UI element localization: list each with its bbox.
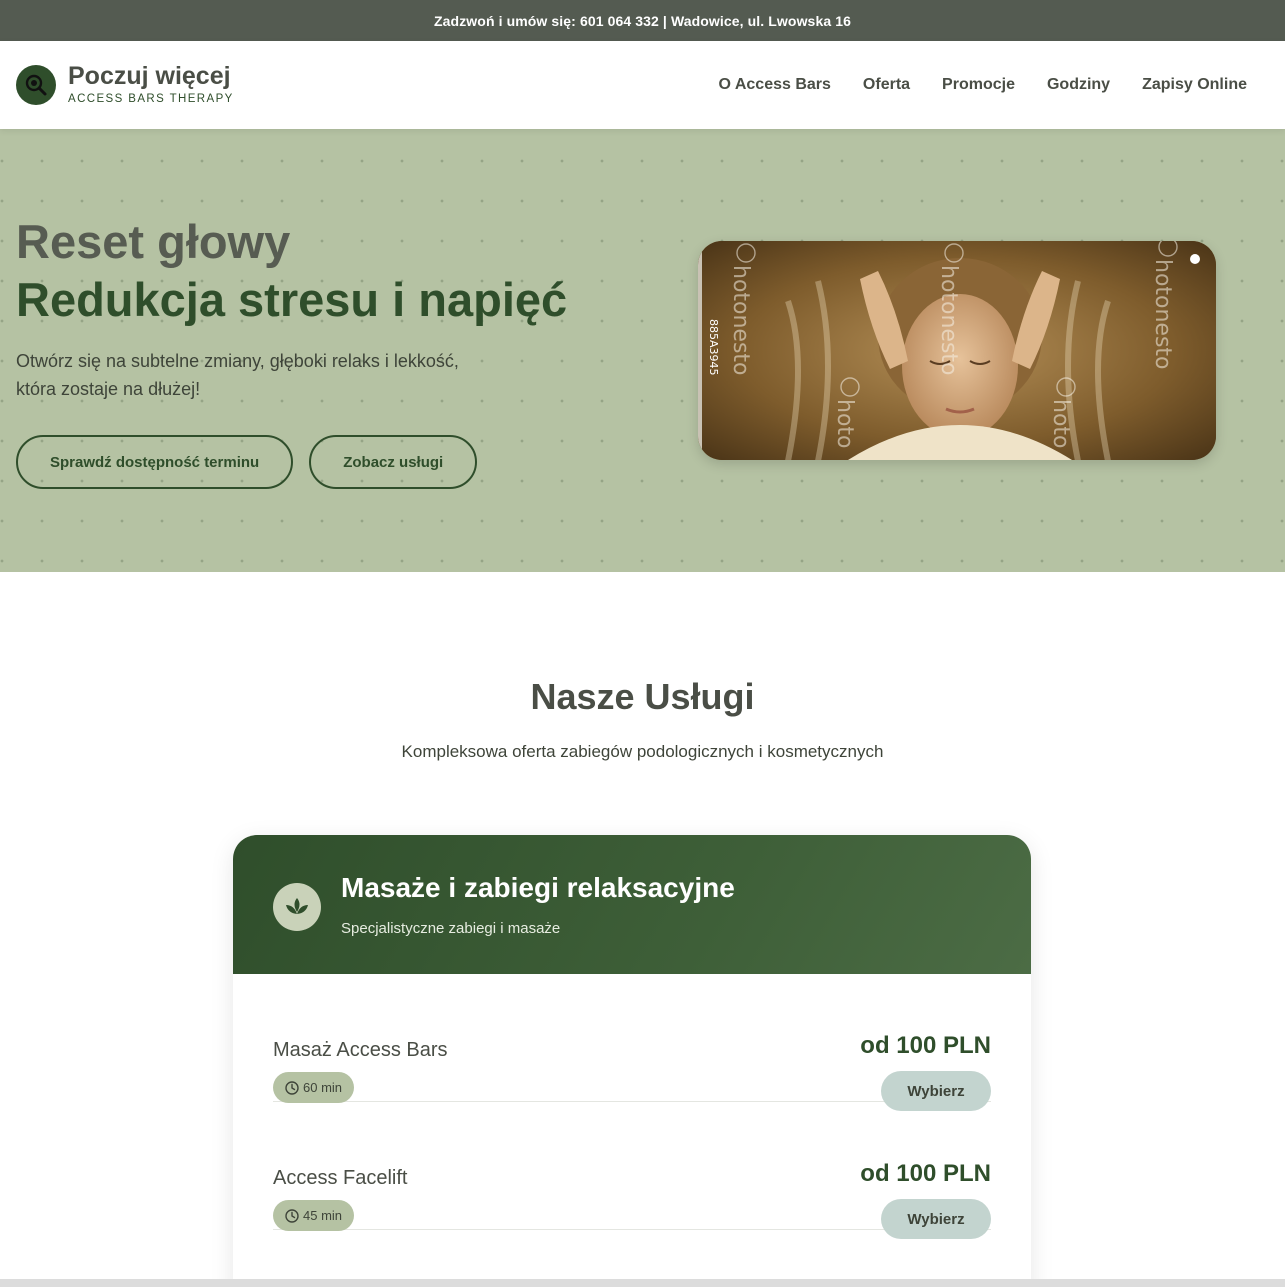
category-header: Masaże i zabiegi relaksacyjne Specjalist… xyxy=(233,835,1031,974)
category-title: Masaże i zabiegi relaksacyjne xyxy=(341,872,735,903)
hero-section: Reset głowy Redukcja stresu i napięć Otw… xyxy=(0,129,1285,572)
separator: | xyxy=(662,12,667,29)
category-subtitle: Specjalistyczne zabiegi i masaże xyxy=(341,920,561,937)
nav-about[interactable]: O Access Bars xyxy=(719,76,831,94)
top-info-bar: Zadzwoń i umów się: 601 064 332 | Wadowi… xyxy=(0,0,1285,41)
logo-icon xyxy=(16,65,56,105)
clock-icon xyxy=(285,1080,299,1095)
main-nav: O Access Bars Oferta Promocje Godziny Za… xyxy=(719,76,1269,94)
duration-badge: 45 min xyxy=(273,1200,355,1231)
services-section: Nasze Usługi Kompleksowa oferta zabiegów… xyxy=(0,572,1285,1287)
services-subtitle: Kompleksowa oferta zabiegów podologiczny… xyxy=(401,742,884,761)
clock-icon xyxy=(285,1208,299,1223)
see-services-button[interactable]: Zobacz usługi xyxy=(309,435,478,489)
nav-promotions[interactable]: Promocje xyxy=(942,76,1015,94)
service-row: Access Facelift 45 min od 100 PLN Wybier… xyxy=(273,1102,991,1239)
duration-text: 45 min xyxy=(303,1208,343,1223)
hero-title-line2: Redukcja stresu i napięć xyxy=(16,273,568,326)
svg-text:hotonesto: hotonesto xyxy=(728,265,753,376)
svg-text:hoto: hoto xyxy=(832,399,857,449)
select-service-button[interactable]: Wybierz xyxy=(881,1199,991,1239)
duration-text: 60 min xyxy=(303,1080,343,1095)
service-price: od 100 PLN xyxy=(860,1032,991,1059)
logo[interactable]: Poczuj więcej ACCESS BARS THERAPY xyxy=(16,63,234,107)
bottom-scroll-strip xyxy=(0,1279,1285,1287)
nav-hours[interactable]: Godziny xyxy=(1047,76,1110,94)
svg-text:hoto: hoto xyxy=(1048,399,1073,449)
service-category-card: Masaże i zabiegi relaksacyjne Specjalist… xyxy=(233,835,1031,1287)
service-name: Access Facelift xyxy=(273,1167,408,1189)
services-title: Nasze Usługi xyxy=(530,676,755,717)
hero-description: Otwórz się na subtelne zmiany, głęboki r… xyxy=(16,351,459,399)
svg-text:hotonesto: hotonesto xyxy=(1150,259,1175,370)
nav-offer[interactable]: Oferta xyxy=(863,76,910,94)
svg-text:hotonesto: hotonesto xyxy=(936,265,961,376)
phone-number[interactable]: 601 064 332 xyxy=(580,13,659,29)
check-availability-button[interactable]: Sprawdź dostępność terminu xyxy=(16,435,294,489)
service-row: Masaż Access Bars 60 min od 100 PLN Wybi… xyxy=(273,974,991,1111)
service-price: od 100 PLN xyxy=(860,1160,991,1187)
hero-title-line1: Reset głowy xyxy=(16,215,291,268)
service-name: Masaż Access Bars xyxy=(273,1039,448,1061)
lotus-icon xyxy=(273,882,321,931)
svg-text:885A3945: 885A3945 xyxy=(707,319,720,376)
brand-name: Poczuj więcej xyxy=(68,62,231,90)
call-label: Zadzwoń i umów się: xyxy=(434,12,576,29)
brand-tagline: ACCESS BARS THERAPY xyxy=(68,93,234,105)
hero-image: hotonesto hotonesto hotonesto hoto hoto … xyxy=(698,241,1216,460)
site-header: Poczuj więcej ACCESS BARS THERAPY O Acce… xyxy=(0,41,1285,129)
nav-booking[interactable]: Zapisy Online xyxy=(1142,76,1247,94)
address: Wadowice, ul. Lwowska 16 xyxy=(670,12,851,29)
duration-badge: 60 min xyxy=(273,1072,355,1103)
